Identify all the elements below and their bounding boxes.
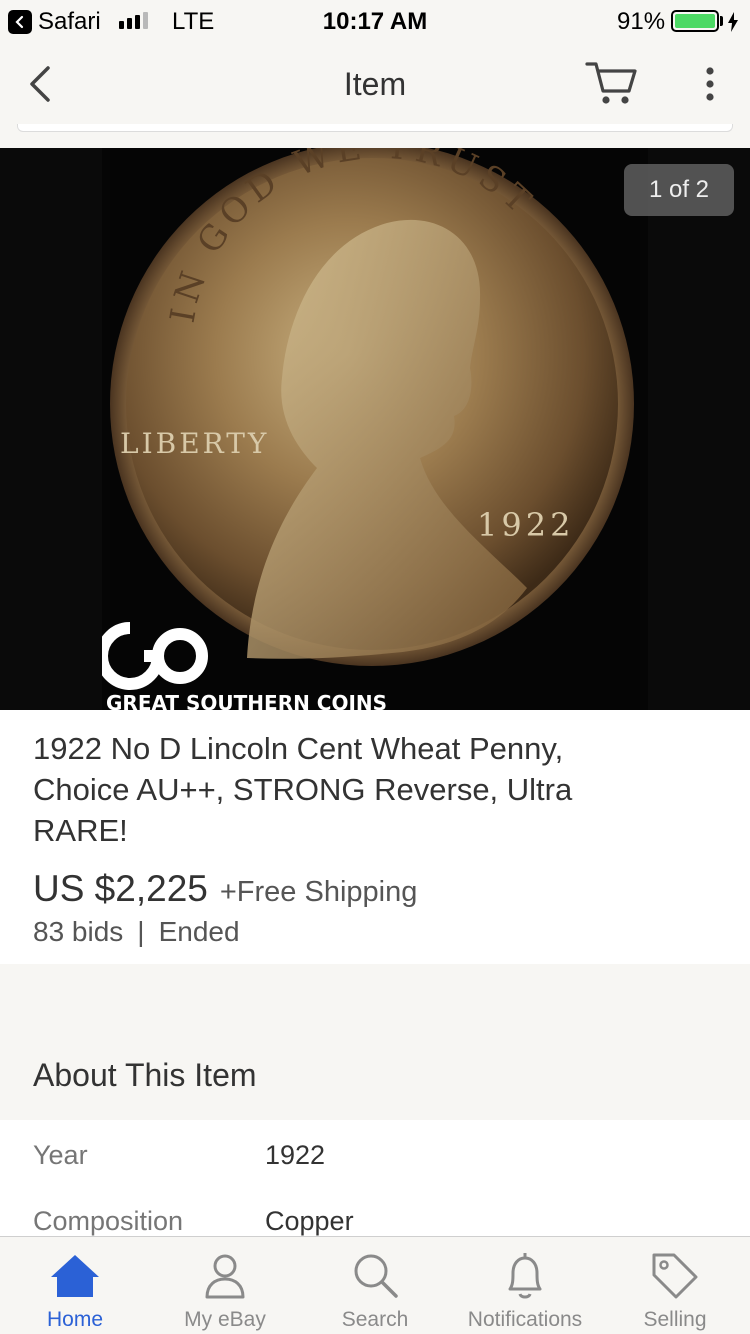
item-details: 1922 No D Lincoln Cent Wheat Penny, Choi…	[0, 710, 750, 964]
more-vertical-icon	[706, 67, 714, 101]
spec-name: Year	[33, 1140, 88, 1170]
watermark-text: GREAT SOUTHERN COINS	[106, 691, 387, 710]
listing-status: Ended	[158, 916, 240, 947]
tab-label: Selling	[643, 1308, 707, 1331]
tab-search[interactable]: Search	[300, 1237, 450, 1334]
item-specifics: Year 1922 Composition Copper	[0, 1120, 750, 1236]
search-icon	[354, 1254, 398, 1298]
battery-cap	[720, 16, 723, 26]
tab-label: Search	[341, 1308, 409, 1331]
watermark-logo-icon	[96, 622, 208, 690]
price-row: US $2,225 +Free Shipping	[33, 868, 417, 910]
tab-label: Notifications	[467, 1308, 583, 1331]
person-icon	[205, 1254, 245, 1299]
home-icon	[51, 1255, 99, 1297]
coin-liberty-text: LIBERTY	[120, 427, 269, 460]
bid-count[interactable]: 83 bids	[33, 916, 123, 948]
tab-notifications[interactable]: Notifications	[450, 1237, 600, 1334]
battery-icon	[671, 10, 719, 32]
tab-selling[interactable]: Selling	[600, 1237, 750, 1334]
shipping-info: +Free Shipping	[219, 876, 418, 908]
item-title: 1922 No D Lincoln Cent Wheat Penny, Choi…	[33, 731, 573, 848]
spec-name: Composition	[33, 1206, 184, 1236]
battery-percent: 91%	[617, 8, 666, 35]
spec-value: Copper	[265, 1206, 354, 1236]
coin-date-text: 1922	[477, 506, 574, 544]
item-image-gallery[interactable]: IN GOD WE TRUST LIBERTY 1922 GREAT SOUTH…	[0, 148, 750, 710]
more-options-button[interactable]	[695, 62, 725, 106]
tab-label: My eBay	[184, 1308, 266, 1331]
coin-photo[interactable]: IN GOD WE TRUST LIBERTY 1922 GREAT SOUTH…	[96, 148, 648, 710]
about-heading: About This Item	[33, 1057, 257, 1093]
meta-separator: |	[137, 916, 145, 947]
spec-value: 1922	[265, 1140, 326, 1170]
auction-meta: 83 bids | Ended	[33, 916, 240, 948]
image-counter: 1 of 2	[624, 164, 734, 216]
navigation-bar: Item	[0, 40, 750, 130]
about-section-header: About This Item	[0, 964, 750, 1120]
ebay-item-screen: Safari LTE 10:17 AM 91% Item IN GOD WE R…	[0, 0, 750, 1334]
item-price: US $2,225	[33, 868, 208, 909]
bell-icon	[508, 1253, 542, 1299]
cart-button[interactable]	[584, 58, 640, 108]
cart-icon	[585, 62, 637, 104]
tab-home[interactable]: Home	[0, 1237, 150, 1334]
search-bar-edge	[17, 124, 733, 132]
tab-label: Home	[46, 1308, 104, 1331]
charging-icon	[727, 11, 739, 39]
tag-icon	[652, 1253, 698, 1299]
tab-my-ebay[interactable]: My eBay	[150, 1237, 300, 1334]
tab-bar: Home My eBay Search Notifications Sellin…	[0, 1236, 750, 1334]
status-bar: Safari LTE 10:17 AM 91%	[0, 0, 750, 40]
